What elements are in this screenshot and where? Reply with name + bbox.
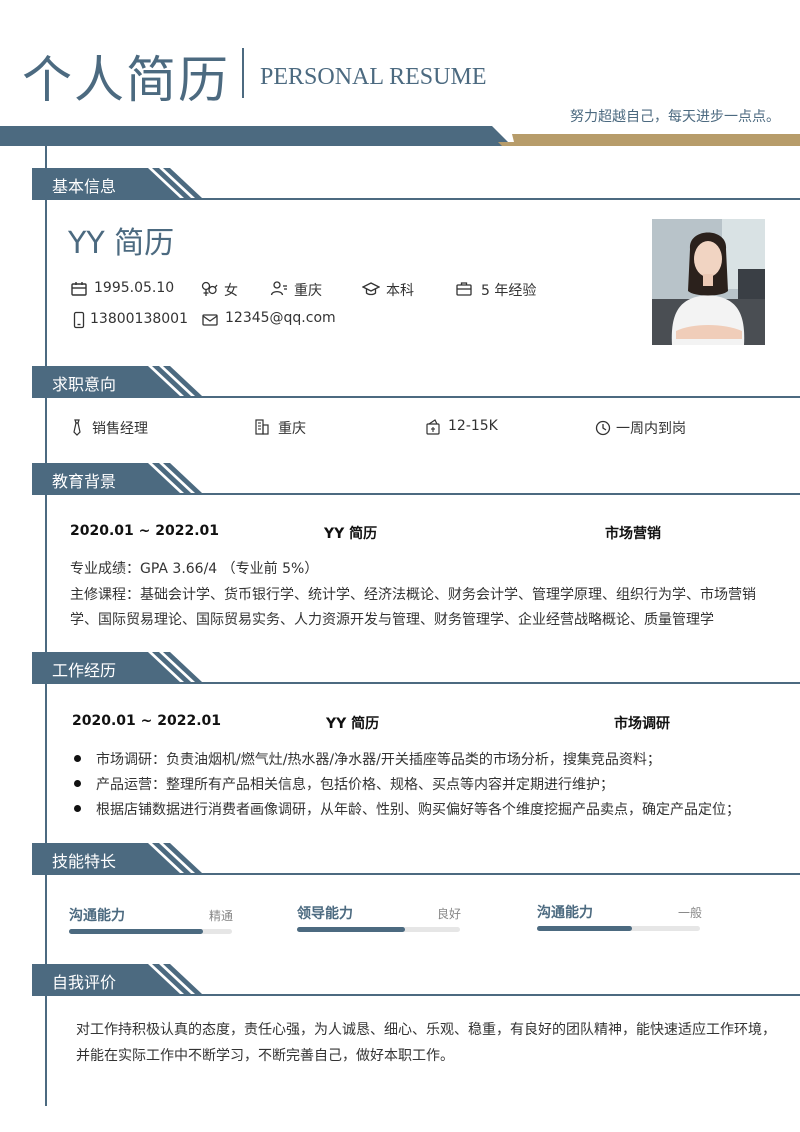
work-period: 2020.01 ~ 2022.01 bbox=[72, 713, 222, 729]
bullet-dot bbox=[74, 755, 81, 762]
bullet-dot bbox=[74, 805, 81, 812]
section-ribbon bbox=[32, 843, 800, 875]
section-header-education: 教育背景 bbox=[32, 463, 800, 495]
degree: 本科 bbox=[386, 283, 414, 299]
phone-icon bbox=[70, 311, 88, 329]
skill-name: 沟通能力 bbox=[69, 908, 125, 924]
work-duty: 根据店铺数据进行消费者画像调研，从年龄、性别、购买偏好等各个维度挖掘产品卖点，确… bbox=[96, 802, 740, 818]
graduation-cap-icon bbox=[362, 280, 380, 298]
gender-icon bbox=[200, 280, 218, 298]
email-address: 12345@qq.com bbox=[225, 310, 336, 326]
work-company: YY 简历 bbox=[326, 716, 380, 732]
calendar-icon bbox=[70, 280, 88, 298]
birth-date: 1995.05.10 bbox=[94, 280, 175, 296]
phone-number: 13800138001 bbox=[90, 311, 188, 327]
education-school: YY 简历 bbox=[324, 526, 378, 542]
skill-progress-fill bbox=[537, 926, 632, 931]
tie-icon bbox=[68, 418, 86, 436]
header-band bbox=[0, 126, 800, 146]
skill-progress-track bbox=[69, 929, 232, 934]
page-title: 个人简历 bbox=[22, 51, 230, 109]
title-divider bbox=[242, 48, 244, 98]
work-duty: 市场调研：负责油烟机/燃气灶/热水器/净水器/开关插座等品类的市场分析，搜集竞品… bbox=[96, 752, 661, 768]
target-city: 重庆 bbox=[278, 421, 306, 437]
candidate-name: YY 简历 bbox=[68, 226, 175, 261]
section-ribbon bbox=[32, 463, 800, 495]
target-position: 销售经理 bbox=[92, 421, 148, 437]
location-person-icon bbox=[270, 280, 288, 298]
email-icon bbox=[201, 311, 219, 329]
section-title: 教育背景 bbox=[52, 472, 117, 491]
section-header-basic: 基本信息 bbox=[32, 168, 800, 200]
timeline-spine bbox=[45, 146, 47, 1106]
section-ribbon bbox=[32, 168, 800, 200]
section-title: 基本信息 bbox=[52, 177, 117, 196]
self-evaluation-continued: 并能在实际工作中不断学习，不断完善自己，做好本职工作。 bbox=[76, 1048, 454, 1064]
education-major: 市场营销 bbox=[605, 526, 661, 542]
skill-progress-track bbox=[537, 926, 700, 931]
education-gpa: 专业成绩：GPA 3.66/4 （专业前 5%） bbox=[70, 561, 319, 577]
skill-level: 良好 bbox=[437, 907, 462, 921]
wallet-icon bbox=[424, 418, 442, 436]
work-duty: 产品运营：整理所有产品相关信息，包括价格、规格、买点等内容并定期进行维护； bbox=[96, 777, 614, 793]
section-ribbon bbox=[32, 652, 800, 684]
skill-progress-track bbox=[297, 927, 460, 932]
section-header-intent: 求职意向 bbox=[32, 366, 800, 398]
education-period: 2020.01 ~ 2022.01 bbox=[70, 523, 220, 539]
section-ribbon bbox=[32, 964, 800, 996]
skill-progress-fill bbox=[297, 927, 405, 932]
section-header-work: 工作经历 bbox=[32, 652, 800, 684]
section-title: 工作经历 bbox=[52, 661, 117, 680]
education-courses: 主修课程：基础会计学、货币银行学、统计学、经济法概论、财务会计学、管理学原理、组… bbox=[70, 587, 756, 603]
bullet-dot bbox=[74, 780, 81, 787]
work-experience-years: 5 年经验 bbox=[481, 283, 537, 299]
section-header-self: 自我评价 bbox=[32, 964, 800, 996]
building-icon bbox=[253, 418, 271, 436]
profile-photo bbox=[652, 219, 765, 345]
availability: 一周内到岗 bbox=[616, 421, 686, 437]
skill-level: 精通 bbox=[209, 909, 234, 923]
expected-salary: 12-15K bbox=[448, 418, 498, 434]
education-courses-continued: 学、国际贸易理论、国际贸易实务、人力资源开发与管理、财务管理学、企业经营战略概论… bbox=[70, 612, 714, 628]
clock-icon bbox=[594, 419, 612, 437]
page-subtitle: PERSONAL RESUME bbox=[260, 64, 487, 90]
skill-name: 沟通能力 bbox=[537, 905, 593, 921]
briefcase-icon bbox=[455, 280, 473, 298]
skill-level: 一般 bbox=[678, 906, 703, 920]
home-city: 重庆 bbox=[294, 283, 322, 299]
skill-progress-fill bbox=[69, 929, 203, 934]
section-ribbon bbox=[32, 366, 800, 398]
skill-name: 领导能力 bbox=[297, 906, 353, 922]
section-header-skills: 技能特长 bbox=[32, 843, 800, 875]
section-title: 求职意向 bbox=[52, 375, 117, 394]
section-title: 自我评价 bbox=[52, 973, 117, 992]
gender: 女 bbox=[224, 283, 238, 299]
motto-text: 努力超越自己，每天进步一点点。 bbox=[570, 109, 780, 125]
section-title: 技能特长 bbox=[52, 852, 117, 871]
work-role: 市场调研 bbox=[614, 716, 670, 732]
self-evaluation: 对工作持积极认真的态度，责任心强，为人诚恳、细心、乐观、稳重，有良好的团队精神，… bbox=[76, 1022, 776, 1038]
